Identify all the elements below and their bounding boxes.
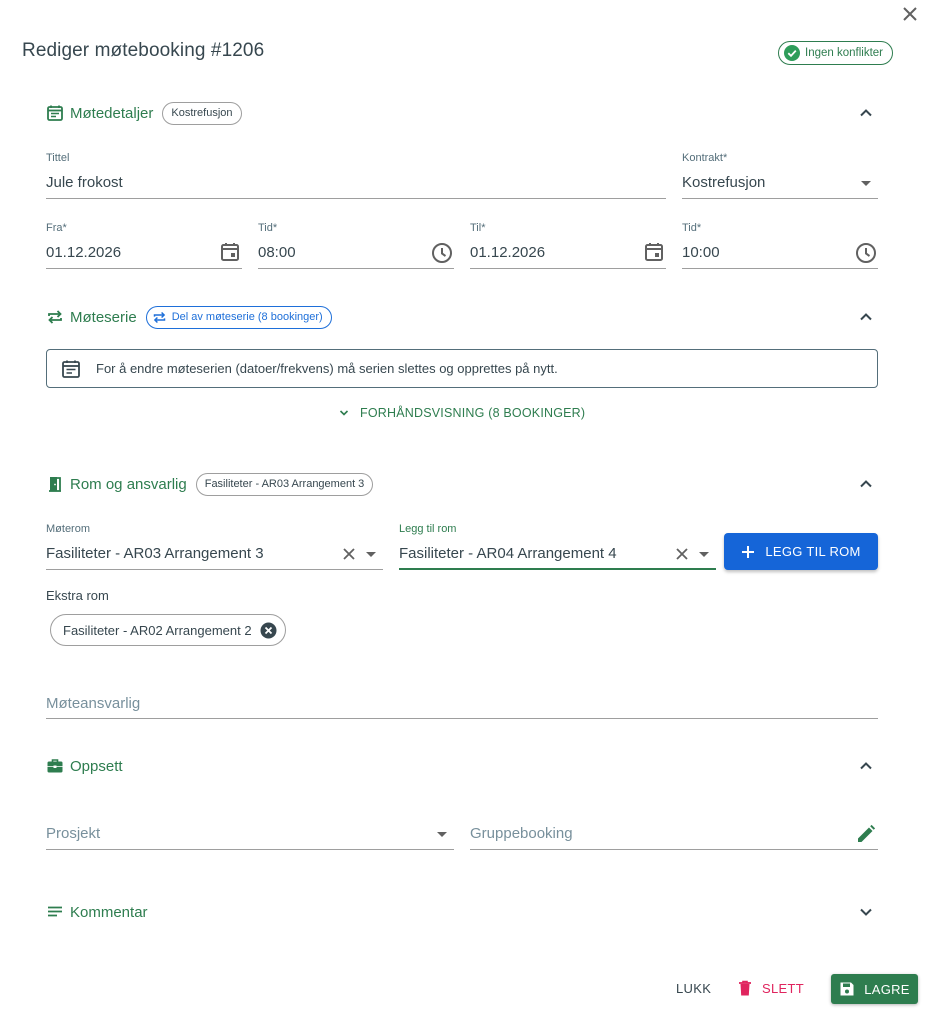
repeat-icon <box>46 308 64 326</box>
section-title: Møtedetaljer <box>70 104 154 122</box>
trash-icon <box>739 980 751 996</box>
project-select[interactable]: Prosjekt <box>46 825 100 842</box>
from-date-input[interactable]: 01.12.2026 <box>46 244 121 261</box>
section-title: Rom og ansvarlig <box>70 475 187 493</box>
responsible-field-underline <box>46 718 878 719</box>
door-icon <box>46 475 64 493</box>
dropdown-arrow-icon[interactable] <box>694 545 714 568</box>
to-time-input[interactable]: 10:00 <box>682 244 720 261</box>
from-time-label: Tid* <box>258 222 278 234</box>
add-room-select[interactable]: Fasiliteter - AR04 Arrangement 4 <box>399 545 617 562</box>
check-circle-icon <box>784 45 800 61</box>
dropdown-arrow-icon[interactable] <box>361 545 381 568</box>
extra-room-chip-label: Fasiliteter - AR02 Arrangement 2 <box>63 622 252 638</box>
clock-icon[interactable] <box>855 242 877 269</box>
to-date-input[interactable]: 01.12.2026 <box>470 244 545 261</box>
expand-chevron-down-icon[interactable] <box>854 900 878 924</box>
extra-rooms-label: Ekstra rom <box>46 588 109 603</box>
to-time-underline <box>682 268 878 269</box>
section-title: Oppsett <box>70 757 123 775</box>
notes-lines-icon <box>46 903 64 921</box>
from-date-underline <box>46 268 242 269</box>
section-meeting-series-header: Møteserie Del av møteserie (8 bookinger) <box>46 304 332 330</box>
dropdown-arrow-icon[interactable] <box>856 174 876 197</box>
section-title: Kommentar <box>70 903 148 921</box>
series-info-text: For å endre møteserien (datoer/frekvens)… <box>96 361 558 376</box>
dialog-title: Rediger møtebooking #1206 <box>22 40 265 61</box>
title-field[interactable]: Jule frokost <box>46 174 123 191</box>
save-button-label: LAGRE <box>864 981 910 997</box>
contract-select[interactable]: Kostrefusjon <box>682 174 765 191</box>
add-room-button[interactable]: LEGG TIL ROM <box>724 533 878 570</box>
collapse-chevron-up-icon[interactable] <box>854 754 878 778</box>
group-booking-field[interactable]: Gruppebooking <box>470 825 573 842</box>
from-date-label: Fra* <box>46 222 67 234</box>
title-field-label: Tittel <box>46 152 70 164</box>
save-button[interactable]: LAGRE <box>831 974 918 1004</box>
room-chip: Fasiliteter - AR03 Arrangement 3 <box>195 472 374 496</box>
preview-bookings-label: FORHÅNDSVISNING (8 BOOKINGER) <box>360 406 586 420</box>
contract-field-label: Kontrakt* <box>682 152 728 164</box>
briefcase-icon <box>46 757 64 775</box>
calendar-text-icon <box>46 104 64 122</box>
preview-bookings-button[interactable]: FORHÅNDSVISNING (8 BOOKINGER) <box>338 406 585 420</box>
section-room-header: Rom og ansvarlig Fasiliteter - AR03 Arra… <box>46 471 374 497</box>
add-room-label: Legg til rom <box>399 523 457 535</box>
contract-chip: Kostrefusjon <box>162 101 242 125</box>
close-icon[interactable] <box>898 2 922 26</box>
calendar-icon[interactable] <box>643 241 665 268</box>
to-date-label: Til* <box>470 222 486 234</box>
clear-icon[interactable] <box>339 544 359 569</box>
chevron-down-icon <box>339 410 349 416</box>
from-time-input[interactable]: 08:00 <box>258 244 296 261</box>
collapse-chevron-up-icon[interactable] <box>854 305 878 329</box>
to-date-underline <box>470 268 666 269</box>
clock-icon[interactable] <box>431 242 453 269</box>
group-booking-underline <box>470 849 878 850</box>
responsible-field[interactable]: Møteansvarlig <box>46 695 140 712</box>
series-chip: Del av møteserie (8 bookinger) <box>145 305 332 329</box>
meeting-room-underline <box>46 569 383 570</box>
section-title: Møteserie <box>70 308 137 326</box>
from-time-underline <box>258 268 454 269</box>
to-time-label: Tid* <box>682 222 702 234</box>
dropdown-arrow-icon[interactable] <box>432 825 452 848</box>
section-comment-header: Kommentar <box>46 899 148 925</box>
plus-icon <box>742 545 755 558</box>
repeat-icon <box>153 311 165 323</box>
meeting-room-select[interactable]: Fasiliteter - AR03 Arrangement 3 <box>46 545 264 562</box>
title-field-underline <box>46 198 666 199</box>
edit-pencil-icon[interactable] <box>855 823 877 850</box>
add-room-button-label: LEGG TIL ROM <box>765 544 861 559</box>
status-badge-label: Ingen konflikter <box>805 47 883 59</box>
project-select-underline <box>46 849 454 850</box>
collapse-chevron-up-icon[interactable] <box>854 101 878 125</box>
section-setup-header: Oppsett <box>46 753 123 779</box>
remove-chip-icon[interactable] <box>260 622 277 639</box>
contract-field-underline <box>682 198 878 199</box>
collapse-chevron-up-icon[interactable] <box>854 472 878 496</box>
series-chip-label: Del av møteserie (8 bookinger) <box>171 311 323 323</box>
delete-button[interactable]: SLETT <box>737 979 804 997</box>
status-badge: Ingen konflikter <box>778 41 893 65</box>
add-room-underline <box>399 568 716 570</box>
meeting-room-label: Møterom <box>46 523 90 535</box>
calendar-icon[interactable] <box>219 241 241 268</box>
series-info-box: For å endre møteserien (datoer/frekvens)… <box>46 349 878 388</box>
extra-room-chip: Fasiliteter - AR02 Arrangement 2 <box>50 614 286 646</box>
delete-button-label: SLETT <box>762 980 804 996</box>
close-button[interactable]: LUKK <box>676 981 711 996</box>
floppy-disk-icon <box>840 982 854 996</box>
clear-icon[interactable] <box>672 544 692 569</box>
calendar-text-icon <box>62 360 80 378</box>
section-meeting-details-header: Møtedetaljer Kostrefusjon <box>46 100 242 126</box>
